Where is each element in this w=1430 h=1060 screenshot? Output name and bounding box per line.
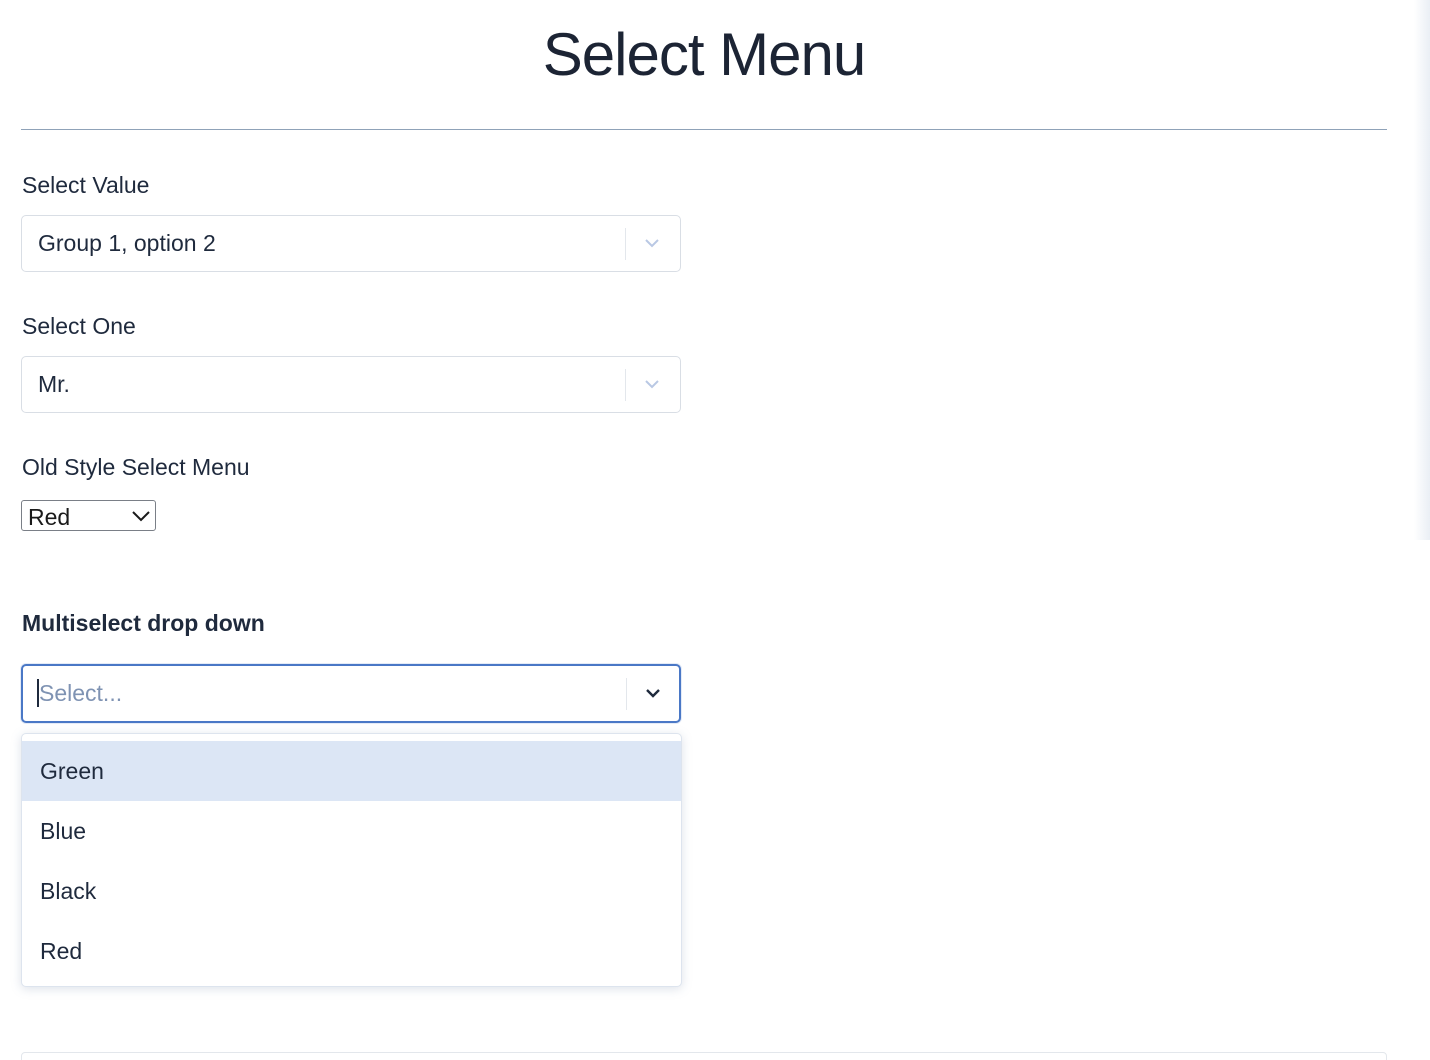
multiselect-placeholder: Select... — [39, 680, 123, 706]
indicator-separator — [625, 228, 626, 260]
select-one-current: Mr. — [38, 371, 70, 397]
old-style-select[interactable]: Red — [21, 500, 156, 531]
multiselect-menu: Green Blue Black Red — [21, 733, 682, 987]
indicator-separator — [625, 369, 626, 401]
title-divider — [21, 129, 1387, 130]
menu-option-black[interactable]: Black — [22, 861, 681, 921]
select-value-label: Select Value — [22, 172, 150, 198]
select-value-dropdown[interactable]: Group 1, option 2 — [21, 215, 681, 272]
menu-option-red[interactable]: Red — [22, 921, 681, 981]
menu-option-green[interactable]: Green — [22, 741, 681, 801]
page: Select Menu Select Value Group 1, option… — [0, 0, 1430, 1060]
multiselect-label: Multiselect drop down — [22, 610, 265, 636]
scroll-edge-shadow — [1414, 0, 1430, 540]
chevron-down-icon — [131, 508, 151, 529]
next-section-box — [21, 1052, 1387, 1060]
indicator-separator — [626, 678, 627, 710]
select-one-dropdown[interactable]: Mr. — [21, 356, 681, 413]
old-style-select-label: Old Style Select Menu — [22, 454, 250, 480]
chevron-down-icon[interactable] — [635, 674, 671, 714]
multiselect-dropdown[interactable]: Select... — [21, 664, 681, 723]
chevron-down-icon[interactable] — [634, 365, 670, 405]
menu-option-blue[interactable]: Blue — [22, 801, 681, 861]
chevron-down-icon[interactable] — [634, 224, 670, 264]
old-style-select-value: Red — [28, 504, 71, 530]
select-value-current: Group 1, option 2 — [38, 230, 216, 256]
page-title: Select Menu — [542, 21, 867, 88]
select-one-label: Select One — [22, 313, 136, 339]
